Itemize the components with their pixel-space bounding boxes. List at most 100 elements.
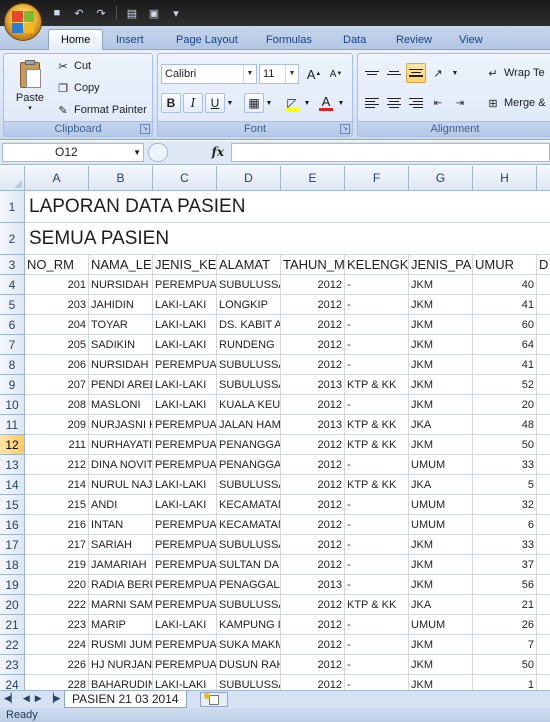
- cell[interactable]: [281, 191, 345, 223]
- cell[interactable]: [537, 455, 550, 475]
- cell[interactable]: [537, 635, 550, 655]
- column-header[interactable]: [537, 166, 550, 191]
- cell[interactable]: MARIP: [89, 615, 153, 635]
- tab-data[interactable]: Data: [331, 29, 378, 50]
- cell[interactable]: 2012: [281, 455, 345, 475]
- cell[interactable]: 2012: [281, 395, 345, 415]
- cell[interactable]: INTAN: [89, 515, 153, 535]
- cell[interactable]: -: [345, 535, 409, 555]
- row-header[interactable]: 13: [0, 455, 25, 475]
- bold-button[interactable]: B: [161, 93, 181, 113]
- row-header[interactable]: 24: [0, 675, 25, 690]
- cell[interactable]: [345, 223, 409, 255]
- cell[interactable]: UMUM: [409, 615, 473, 635]
- cell[interactable]: [537, 415, 550, 435]
- cell[interactable]: PEREMPUAI: [153, 515, 217, 535]
- row-header[interactable]: 23: [0, 655, 25, 675]
- cell[interactable]: LAKI-LAKI: [153, 295, 217, 315]
- cell[interactable]: SUBULUSSA: [217, 675, 281, 690]
- cell[interactable]: 214: [25, 475, 89, 495]
- cell[interactable]: RUNDENG: [217, 335, 281, 355]
- cell[interactable]: LAKI-LAKI: [153, 395, 217, 415]
- cell[interactable]: PEREMPUAI: [153, 435, 217, 455]
- cell[interactable]: [537, 515, 550, 535]
- cell[interactable]: PEREMPUAI: [153, 635, 217, 655]
- row-header[interactable]: 5: [0, 295, 25, 315]
- orientation-button[interactable]: ↗: [428, 63, 448, 83]
- cell[interactable]: 2012: [281, 675, 345, 690]
- cell[interactable]: KECAMATAN: [217, 495, 281, 515]
- cell[interactable]: DS. KABIT A: [217, 315, 281, 335]
- cell[interactable]: DINA NOVIT: [89, 455, 153, 475]
- office-button[interactable]: [4, 3, 42, 41]
- cell[interactable]: 50: [473, 435, 537, 455]
- cell[interactable]: LONGKIP: [217, 295, 281, 315]
- cell[interactable]: 206: [25, 355, 89, 375]
- row-header[interactable]: 21: [0, 615, 25, 635]
- shrink-font-button[interactable]: A ▼: [326, 64, 346, 84]
- cell[interactable]: [473, 191, 537, 223]
- cell[interactable]: -: [345, 495, 409, 515]
- cell[interactable]: KECAMATAN: [217, 515, 281, 535]
- print-preview-icon[interactable]: ▤: [123, 4, 141, 22]
- chevron-down-icon[interactable]: ▼: [133, 144, 141, 161]
- cell[interactable]: 219: [25, 555, 89, 575]
- row-header[interactable]: 2: [0, 223, 25, 255]
- cell[interactable]: -: [345, 335, 409, 355]
- cell[interactable]: NURHAYATI: [89, 435, 153, 455]
- cell[interactable]: -: [345, 395, 409, 415]
- cell[interactable]: JKA: [409, 595, 473, 615]
- cell[interactable]: 5: [473, 475, 537, 495]
- cell[interactable]: 211: [25, 435, 89, 455]
- cell[interactable]: 40: [473, 275, 537, 295]
- row-header[interactable]: 3: [0, 255, 25, 275]
- font-color-button[interactable]: A: [316, 93, 336, 113]
- cell[interactable]: 48: [473, 415, 537, 435]
- cell[interactable]: PEREMPUAI: [153, 415, 217, 435]
- cell[interactable]: 1: [473, 675, 537, 690]
- cell[interactable]: ANDI: [89, 495, 153, 515]
- cell[interactable]: -: [345, 515, 409, 535]
- cell[interactable]: SARIAH: [89, 535, 153, 555]
- cell[interactable]: 224: [25, 635, 89, 655]
- cell[interactable]: RADIA BERU: [89, 575, 153, 595]
- cell[interactable]: JKM: [409, 275, 473, 295]
- increase-indent-button[interactable]: ⇥: [450, 93, 470, 113]
- cell[interactable]: 21: [473, 595, 537, 615]
- row-header[interactable]: 12: [0, 435, 25, 455]
- cell[interactable]: 212: [25, 455, 89, 475]
- row-header[interactable]: 22: [0, 635, 25, 655]
- cell[interactable]: JKM: [409, 575, 473, 595]
- cell[interactable]: NURJASNI K: [89, 415, 153, 435]
- cell[interactable]: LAKI-LAKI: [153, 615, 217, 635]
- row-header[interactable]: 9: [0, 375, 25, 395]
- cell[interactable]: 2012: [281, 475, 345, 495]
- cell[interactable]: [537, 315, 550, 335]
- cell[interactable]: SADIKIN: [89, 335, 153, 355]
- row-header[interactable]: 19: [0, 575, 25, 595]
- cell[interactable]: 2012: [281, 355, 345, 375]
- cell[interactable]: RUSMI JUM: [89, 635, 153, 655]
- column-title-cell[interactable]: JENIS_KEL: [153, 255, 217, 275]
- cell[interactable]: SUBULUSSA: [217, 375, 281, 395]
- cell[interactable]: 2012: [281, 635, 345, 655]
- cell[interactable]: -: [345, 315, 409, 335]
- cell[interactable]: KAMPUNG I: [217, 615, 281, 635]
- cell[interactable]: -: [345, 655, 409, 675]
- row-header[interactable]: 7: [0, 335, 25, 355]
- decrease-indent-button[interactable]: ⇤: [428, 93, 448, 113]
- paste-button[interactable]: Paste ▾: [10, 58, 50, 116]
- cell[interactable]: [537, 395, 550, 415]
- cell[interactable]: 204: [25, 315, 89, 335]
- undo-icon[interactable]: ↶: [70, 4, 88, 22]
- cell[interactable]: UMUM: [409, 495, 473, 515]
- cell[interactable]: -: [345, 635, 409, 655]
- cell[interactable]: [345, 191, 409, 223]
- cell[interactable]: JKM: [409, 675, 473, 690]
- cell[interactable]: [537, 675, 550, 690]
- cell[interactable]: 64: [473, 335, 537, 355]
- cell[interactable]: JKM: [409, 655, 473, 675]
- cell[interactable]: JKM: [409, 435, 473, 455]
- cell[interactable]: SUBULUSSA: [217, 275, 281, 295]
- wrap-text-button[interactable]: ↵ Wrap Te: [486, 64, 544, 82]
